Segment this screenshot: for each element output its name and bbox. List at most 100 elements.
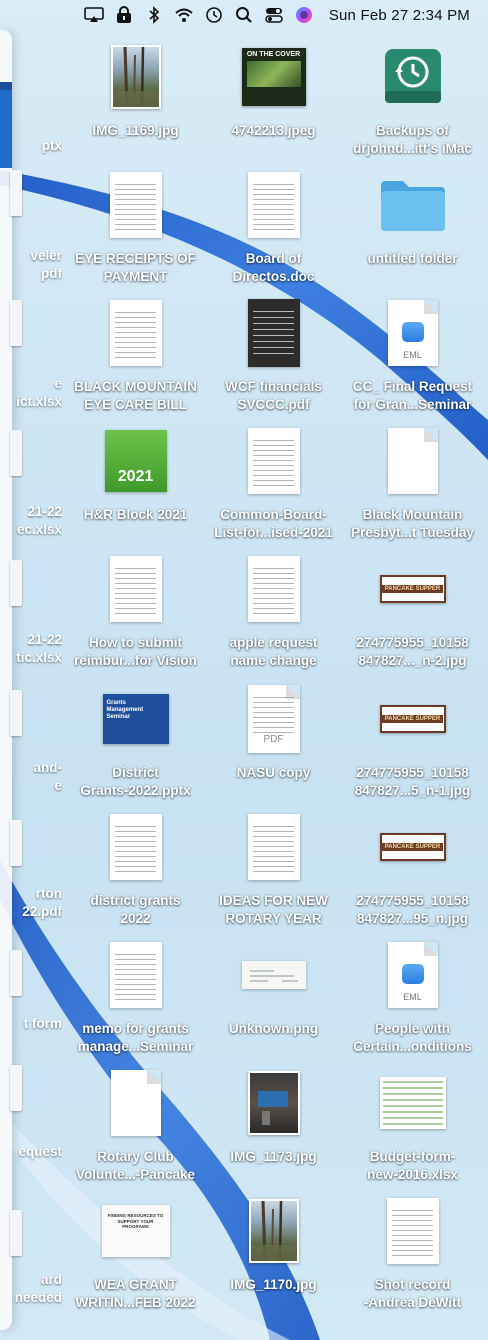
control-center-icon[interactable] (263, 5, 285, 25)
desktop-file-item[interactable]: Rotary Club Volunte...-Pancake (68, 1066, 203, 1194)
file-name-label[interactable]: IDEAS FOR NEW (206, 892, 341, 910)
partial-file-label[interactable]: and- (0, 759, 63, 777)
desktop-file-item[interactable]: PANCAKE SUPPER 274775955_10158 847827..._n… (345, 552, 480, 680)
desktop-file-item[interactable]: EML CC_ Final Request for Gran...Seminar (345, 296, 480, 424)
desktop-file-item[interactable]: Shot record -Andrea DeWitt (345, 1194, 480, 1322)
desktop-file-item[interactable]: 2021 H&R Block 2021 (68, 424, 203, 552)
file-name-label[interactable]: 274775955_10158 (345, 634, 480, 652)
file-name-label[interactable]: untitled folder (345, 250, 480, 268)
file-name-label[interactable]: memo for grants (68, 1020, 203, 1038)
desktop-file-item[interactable]: PANCAKE SUPPER 274775955_10158 847827...95… (345, 810, 480, 938)
file-name-label[interactable]: Backups of (345, 122, 480, 140)
partial-file-label[interactable]: equest (0, 1143, 62, 1161)
file-name-label[interactable]: Shot record (345, 1276, 480, 1294)
file-name-label[interactable]: H&R Block 2021 (68, 506, 203, 524)
finder-sidebar-panel[interactable] (0, 30, 12, 1330)
file-name-label[interactable]: People with (345, 1020, 480, 1038)
desktop-file-item[interactable]: IMG_1173.jpg (206, 1066, 341, 1194)
file-name-label-line2[interactable]: Grants-2022.pptx (68, 782, 203, 800)
desktop-file-item[interactable]: Backups of drjohnd...itt's iMac (345, 40, 480, 168)
file-name-label[interactable]: Common-Board- (206, 506, 341, 524)
partial-file-thumbnail[interactable] (10, 1210, 22, 1256)
partial-file-label[interactable]: pdf (0, 265, 62, 283)
desktop-file-item[interactable]: Grants Management Seminar District Grants-… (68, 682, 203, 810)
desktop-file-item[interactable]: PANCAKE SUPPER 274775955_10158 847827...5_… (345, 682, 480, 810)
partial-file-label[interactable]: needed (0, 1289, 62, 1307)
partial-file-label[interactable]: rton (0, 885, 62, 903)
file-name-label-line2[interactable]: 847827...5_n-1.jpg (345, 782, 480, 800)
file-name-label[interactable]: 274775955_10158 (345, 892, 480, 910)
desktop-file-item[interactable]: untitled folder (345, 168, 480, 296)
partial-file-label[interactable]: 22.pdf (0, 903, 62, 921)
partial-file-thumbnail[interactable] (10, 170, 22, 216)
file-name-label-line2[interactable]: Volunte...-Pancake (68, 1166, 203, 1184)
file-name-label[interactable]: How to submit (68, 634, 203, 652)
desktop-file-item[interactable]: Board of Directos.doc (206, 168, 341, 296)
spotlight-search-icon[interactable] (233, 5, 255, 25)
file-name-label[interactable]: EYE RECEIPTS OF (68, 250, 203, 268)
desktop-file-item[interactable]: EML People with Certain...onditions (345, 938, 480, 1066)
desktop-file-item[interactable]: IMG_1169.jpg (68, 40, 203, 168)
file-name-label[interactable]: district grants (68, 892, 203, 910)
partial-file-thumbnail[interactable] (10, 430, 22, 476)
file-name-label[interactable]: WEA GRANT (68, 1276, 203, 1294)
file-name-label[interactable]: apple request (206, 634, 341, 652)
file-name-label-line2[interactable]: Directos.doc (206, 268, 341, 286)
file-name-label[interactable]: Black Mountain (345, 506, 480, 524)
desktop-file-item[interactable]: memo for grants manage...Seminar (68, 938, 203, 1066)
partial-file-thumbnail[interactable] (10, 950, 22, 996)
desktop-file-item[interactable]: IMG_1170.jpg (206, 1194, 341, 1322)
partial-file-label[interactable]: ec.xlsx (0, 521, 62, 539)
file-name-label[interactable]: IMG_1170.jpg (206, 1276, 341, 1294)
file-name-label-line2[interactable]: SVCCC.pdf (206, 396, 341, 414)
partial-file-label[interactable]: veler (0, 247, 62, 265)
file-name-label-line2[interactable]: drjohnd...itt's iMac (345, 140, 480, 158)
file-name-label[interactable]: IMG_1169.jpg (68, 122, 203, 140)
desktop-file-item[interactable]: Common-Board- List-for...ised-2021 (206, 424, 341, 552)
desktop-file-item[interactable]: apple request name change (206, 552, 341, 680)
file-name-label[interactable]: 274775955_10158 (345, 764, 480, 782)
partial-file-label[interactable]: t form (0, 1015, 62, 1033)
wifi-icon[interactable] (173, 5, 195, 25)
partial-file-label[interactable]: ard (0, 1271, 62, 1289)
siri-icon[interactable] (293, 5, 315, 25)
partial-file-label[interactable]: tic.xlsx (0, 649, 62, 667)
partial-file-thumbnail[interactable] (10, 820, 22, 866)
file-name-label-line2[interactable]: Presbyt...t Tuesday (345, 524, 480, 542)
screen-mirroring-icon[interactable] (83, 5, 105, 25)
file-name-label[interactable]: WCF financials (206, 378, 341, 396)
file-name-label[interactable]: CC_ Final Request (345, 378, 480, 396)
file-name-label[interactable]: Board of (206, 250, 341, 268)
file-name-label-line2[interactable]: name change (206, 652, 341, 670)
file-name-label-line2[interactable]: -Andrea DeWitt (345, 1294, 480, 1312)
desktop-file-item[interactable]: EYE RECEIPTS OF PAYMENT (68, 168, 203, 296)
partial-file-thumbnail[interactable] (10, 1065, 22, 1111)
file-name-label-line2[interactable]: 847827..._n-2.jpg (345, 652, 480, 670)
desktop-file-item[interactable]: IDEAS FOR NEW ROTARY YEAR (206, 810, 341, 938)
desktop-file-item[interactable]: BLACK MOUNTAIN EYE CARE BILL (68, 296, 203, 424)
file-name-label[interactable]: BLACK MOUNTAIN (68, 378, 203, 396)
file-name-label-line2[interactable]: for Gran...Seminar (345, 396, 480, 414)
file-name-label-line2[interactable]: EYE CARE BILL (68, 396, 203, 414)
lock-icon[interactable] (113, 5, 135, 25)
file-name-label-line2[interactable]: reimbur...for Vision (68, 652, 203, 670)
file-name-label-line2[interactable]: List-for...ised-2021 (206, 524, 341, 542)
file-name-label[interactable]: Rotary Club (68, 1148, 203, 1166)
partial-file-label[interactable]: ict.xlsx (0, 393, 62, 411)
partial-file-label[interactable]: 21-22 (0, 503, 62, 521)
desktop-file-item[interactable]: How to submit reimbur...for Vision (68, 552, 203, 680)
desktop-file-item[interactable]: Unknown.png (206, 938, 341, 1066)
file-name-label[interactable]: 4742213.jpeg (206, 122, 341, 140)
desktop-file-item[interactable]: WCF financials SVCCC.pdf (206, 296, 341, 424)
file-name-label-line2[interactable]: PAYMENT (68, 268, 203, 286)
menu-bar-clock[interactable]: Sun Feb 27 2:34 PM (329, 7, 470, 24)
file-name-label-line2[interactable]: ROTARY YEAR (206, 910, 341, 928)
file-name-label[interactable]: Budget-form- (345, 1148, 480, 1166)
desktop-file-item[interactable]: Budget-form-new-2016.xlsx (345, 1066, 480, 1194)
desktop-file-item[interactable]: district grants 2022 (68, 810, 203, 938)
time-machine-icon[interactable] (203, 5, 225, 25)
partial-file-label[interactable]: 21-22 (0, 631, 62, 649)
file-name-label-line2[interactable]: 847827...95_n.jpg (345, 910, 480, 928)
file-name-label[interactable]: Unknown.png (206, 1020, 341, 1038)
desktop-file-item[interactable]: FINDING RESOURCES TO SUPPORT YOUR PROGRA… (68, 1194, 203, 1322)
